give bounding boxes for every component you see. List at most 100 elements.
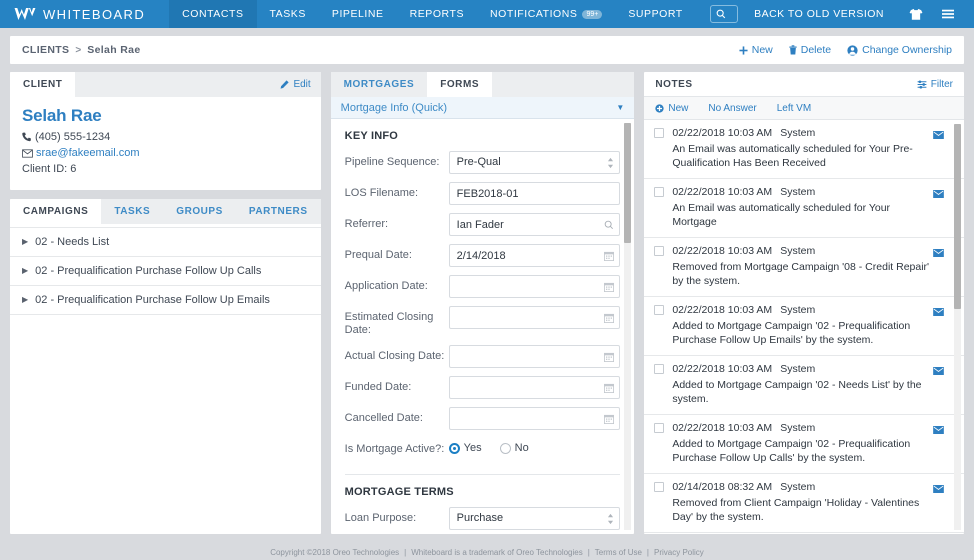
edit-client-button[interactable]: Edit [280,79,311,90]
prequal-date-input[interactable] [448,244,621,267]
chevron-down-icon[interactable]: ▼ [616,103,624,112]
top-navigation-bar: WHITEBOARD CONTACTS TASKS PIPELINE REPOR… [0,0,974,28]
hamburger-menu-icon[interactable] [932,8,964,20]
notes-list[interactable]: 02/22/2018 10:03 AM System An Email was … [644,120,964,534]
campaign-row[interactable]: ▶ 02 - Prequalification Purchase Follow … [10,257,321,286]
envelope-icon[interactable] [933,423,944,437]
campaign-row[interactable]: ▶ 02 - Needs List [10,227,321,257]
tab-groups[interactable]: GROUPS [163,199,236,224]
campaign-row[interactable]: ▶ 02 - Prequalification Purchase Follow … [10,286,321,315]
note-item[interactable]: 02/22/2018 10:03 AM System Added to Mort… [644,356,964,415]
note-header: 02/14/2018 08:32 AM System [654,481,940,493]
note-new-label: New [668,102,689,114]
envelope-icon[interactable] [933,246,944,260]
notes-scrollbar-thumb[interactable] [954,124,961,309]
note-author: System [780,481,816,493]
nav-item-pipeline[interactable]: PIPELINE [319,0,397,28]
tab-client[interactable]: CLIENT [10,72,76,97]
note-item[interactable]: 02/14/2018 08:03 AM System An Email was … [644,533,964,534]
nav-item-notifications[interactable]: NOTIFICATIONS 99+ [477,0,615,28]
brand-logo-group[interactable]: WHITEBOARD [14,6,145,22]
search-input[interactable] [729,8,733,20]
nav-item-support[interactable]: SUPPORT [615,0,695,28]
delete-button[interactable]: Delete [789,44,831,56]
change-ownership-button[interactable]: Change Ownership [847,44,952,56]
tab-campaigns[interactable]: CAMPAIGNS [10,199,102,224]
field-estimated-closing-date: Estimated Closing Date: [345,306,621,337]
envelope-icon[interactable] [933,128,944,142]
breadcrumb-clients[interactable]: CLIENTS [22,44,69,56]
note-header: 02/22/2018 10:03 AM System [654,127,940,139]
note-checkbox[interactable] [654,423,665,433]
note-date: 02/22/2018 10:03 AM [672,245,773,257]
note-checkbox[interactable] [654,246,665,256]
plus-circle-icon [655,103,664,113]
nav-label-tasks: TASKS [269,8,306,20]
field-is-mortgage-active: Is Mortgage Active?: Yes No [345,438,621,461]
expand-triangle-icon[interactable]: ▶ [22,296,28,304]
note-item[interactable]: 02/22/2018 10:03 AM System An Email was … [644,120,964,179]
campaign-label: 02 - Prequalification Purchase Follow Up… [35,294,270,306]
footer-privacy-link[interactable]: Privacy Policy [654,548,704,557]
note-body: An Email was automatically scheduled for… [672,202,891,228]
note-header: 02/22/2018 10:03 AM System [654,363,940,375]
radio-mortgage-active-no[interactable]: No [499,442,529,454]
loan-purpose-select[interactable]: Purchase [448,507,621,530]
notes-filter-button[interactable]: Filter [917,79,953,90]
client-card: CLIENT Edit Selah Rae (405) 555-1234 sra… [10,72,321,190]
pencil-icon [280,80,290,89]
nav-item-contacts[interactable]: CONTACTS [169,0,257,28]
envelope-icon [22,148,33,158]
radio-label: Yes [463,442,482,454]
note-new-button[interactable]: New [655,103,688,114]
radio-mortgage-active-yes[interactable]: Yes [448,442,482,454]
field-value: Pre-Qual [456,156,501,168]
page-footer: Copyright ©2018 Oreo Technologies | Whit… [0,544,974,560]
actual-closing-date-input[interactable] [448,345,621,368]
swag-shirt-icon[interactable] [900,8,932,21]
note-checkbox[interactable] [654,364,665,374]
note-item[interactable]: 02/22/2018 10:03 AM System Removed from … [644,238,964,297]
funded-date-input[interactable] [448,376,621,399]
los-filename-input[interactable] [448,182,621,205]
tab-forms[interactable]: FORMS [427,72,493,97]
note-checkbox[interactable] [654,187,665,197]
note-no-answer-button[interactable]: No Answer [708,103,756,114]
tab-partners[interactable]: PARTNERS [236,199,321,224]
form-fields-scroll-area[interactable]: KEY INFO Pipeline Sequence: Pre-Qual LOS… [331,119,635,534]
note-left-vm-button[interactable]: Left VM [777,103,811,114]
new-button[interactable]: New [739,44,773,56]
back-to-old-version-link[interactable]: BACK TO OLD VERSION [738,8,900,20]
note-checkbox[interactable] [654,128,665,138]
footer-terms-link[interactable]: Terms of Use [595,548,642,557]
filter-icon [917,79,927,89]
campaign-list: ▶ 02 - Needs List ▶ 02 - Prequalificatio… [10,224,321,319]
global-search-box[interactable] [709,5,739,23]
pipeline-sequence-select[interactable]: Pre-Qual [448,151,621,174]
note-checkbox[interactable] [654,305,665,315]
nav-item-tasks[interactable]: TASKS [257,0,319,28]
note-item[interactable]: 02/22/2018 10:03 AM System Added to Mort… [644,415,964,474]
forms-scrollbar-thumb[interactable] [624,123,632,243]
tab-tasks[interactable]: TASKS [101,199,163,224]
envelope-icon[interactable] [933,364,944,378]
envelope-icon[interactable] [933,305,944,319]
estimated-closing-date-input[interactable] [448,306,621,329]
nav-item-reports[interactable]: REPORTS [397,0,477,28]
note-item[interactable]: 02/14/2018 08:32 AM System Removed from … [644,474,964,533]
envelope-icon[interactable] [933,187,944,201]
note-item[interactable]: 02/22/2018 10:03 AM System Added to Mort… [644,297,964,356]
form-selector[interactable]: Mortgage Info (Quick) ▼ [330,97,635,119]
note-item[interactable]: 02/22/2018 10:03 AM System An Email was … [644,179,964,238]
expand-triangle-icon[interactable]: ▶ [22,238,28,246]
expand-triangle-icon[interactable]: ▶ [22,267,28,275]
cancelled-date-input[interactable] [448,407,621,430]
envelope-icon[interactable] [933,482,944,496]
tab-mortgages[interactable]: MORTGAGES [331,72,428,97]
tab-forms-label: FORMS [440,79,480,90]
note-checkbox[interactable] [654,482,665,492]
note-body: An Email was automatically scheduled for… [672,143,913,169]
application-date-input[interactable] [448,275,621,298]
referrer-input[interactable] [448,213,621,236]
client-email[interactable]: srae@fakeemail.com [36,145,139,161]
